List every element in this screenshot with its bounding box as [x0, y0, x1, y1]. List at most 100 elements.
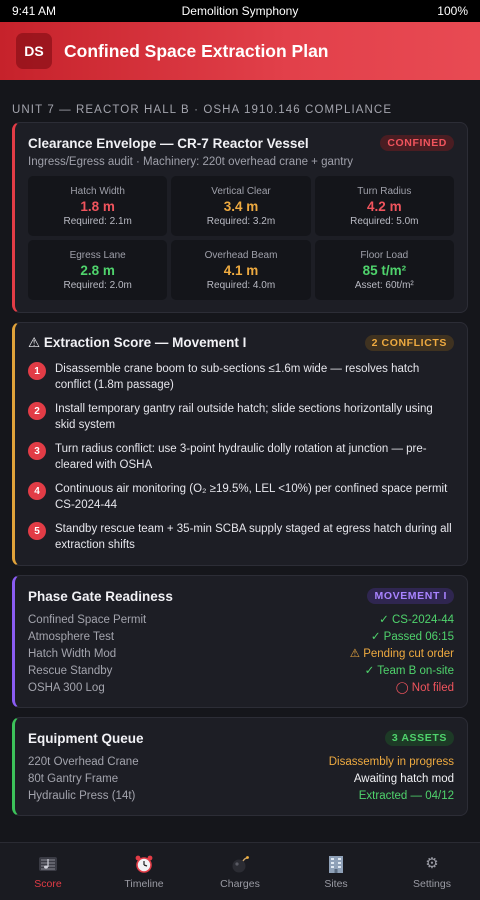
step-text: Continuous air monitoring (O₂ ≥19.5%, LE…	[55, 483, 448, 511]
tab-label: Charges	[220, 877, 260, 890]
metric-requirement: Required: 3.2m	[206, 215, 276, 227]
table-row[interactable]: 220t Overhead Crane Disassembly in progr…	[28, 755, 454, 769]
row-status: ✓ Team B on-site	[364, 665, 454, 677]
row-key: Rescue Standby	[28, 665, 113, 677]
row-status: ◯ Not filed	[395, 682, 454, 694]
clearance-metrics-grid: Hatch Width 1.8 m Required: 2.1m Vertica…	[28, 176, 454, 300]
status-battery: 100%	[437, 4, 468, 18]
step-text: Turn radius conflict: use 3-point hydrau…	[55, 443, 427, 471]
tab-label: Settings	[413, 877, 451, 890]
metric-value: 4.1 m	[223, 262, 259, 278]
section-label: UNIT 7 — REACTOR HALL B · OSHA 1910.146 …	[12, 104, 393, 116]
table-row[interactable]: Atmosphere Test ✓ Passed 06:15	[28, 630, 454, 644]
assets-badge: 3 ASSETS	[384, 730, 454, 746]
tab-timeline[interactable]: Timeline	[96, 843, 192, 900]
tab-label: Timeline	[124, 877, 164, 890]
clearance-subtitle: Ingress/Egress audit · Machinery: 220t o…	[28, 156, 354, 168]
clearance-envelope-card: Clearance Envelope — CR-7 Reactor Vessel…	[12, 122, 468, 313]
metric-label: Overhead Beam	[204, 249, 278, 261]
movement-badge: MOVEMENT I	[367, 588, 454, 604]
step-number: 1	[28, 362, 46, 380]
row-key: Hydraulic Press (14t)	[28, 790, 136, 802]
status-bar: 9:41 AM Demolition Symphony 100%	[0, 0, 480, 22]
metric-turn-radius[interactable]: Turn Radius 4.2 m Required: 5.0m	[314, 176, 454, 236]
list-item[interactable]: 2 Install temporary gantry rail outside …	[28, 401, 454, 433]
metric-value: 85 t/m²	[362, 262, 407, 278]
phase-gate-card: Phase Gate Readiness MOVEMENT I Confined…	[12, 575, 468, 708]
extraction-title: ⚠ Extraction Score — Movement I	[28, 335, 247, 350]
tab-charges[interactable]: Charges	[192, 843, 288, 900]
gear-icon: ⚙	[425, 854, 439, 872]
metric-egress-lane[interactable]: Egress Lane 2.8 m Required: 2.0m	[28, 240, 168, 300]
app-header: DS Confined Space Extraction Plan	[0, 22, 480, 80]
table-row[interactable]: Rescue Standby ✓ Team B on-site	[28, 664, 454, 678]
step-number: 3	[28, 442, 46, 460]
table-row[interactable]: OSHA 300 Log ◯ Not filed	[28, 681, 454, 695]
step-number: 2	[28, 402, 46, 420]
row-status: ⚠ Pending cut order	[349, 648, 454, 660]
row-key: OSHA 300 Log	[28, 682, 105, 694]
step-text: Disassemble crane boom to sub-sections ≤…	[55, 363, 420, 391]
metric-requirement: Required: 2.1m	[63, 215, 132, 227]
status-app-name: Demolition Symphony	[181, 4, 299, 18]
metric-vertical-clear[interactable]: Vertical Clear 3.4 m Required: 3.2m	[171, 176, 311, 236]
tab-sites[interactable]: Sites	[288, 843, 384, 900]
metric-label: Vertical Clear	[211, 185, 271, 197]
step-text: Install temporary gantry rail outside ha…	[55, 403, 433, 431]
step-number: 4	[28, 482, 46, 500]
tab-settings[interactable]: ⚙ Settings	[384, 843, 480, 900]
music-score-icon	[38, 854, 58, 874]
list-item[interactable]: 1 Disassemble crane boom to sub-sections…	[28, 361, 454, 393]
metric-requirement: Asset: 60t/m²	[354, 279, 414, 291]
row-status: Extracted — 04/12	[358, 790, 454, 802]
table-row[interactable]: 80t Gantry Frame Awaiting hatch mod	[28, 772, 454, 786]
phase-gate-title: Phase Gate Readiness	[28, 588, 173, 604]
metric-value: 4.2 m	[367, 198, 402, 214]
extraction-steps-list: 1 Disassemble crane boom to sub-sections…	[28, 361, 454, 553]
status-time: 9:41 AM	[12, 4, 57, 18]
row-status: Awaiting hatch mod	[353, 773, 454, 785]
list-item[interactable]: 3 Turn radius conflict: use 3-point hydr…	[28, 441, 454, 473]
row-status: ✓ CS-2024-44	[379, 614, 454, 626]
row-status: ✓ Passed 06:15	[370, 631, 454, 643]
building-icon	[326, 854, 346, 874]
metric-label: Turn Radius	[357, 185, 412, 197]
tab-score[interactable]: Score	[0, 843, 96, 900]
row-key: 220t Overhead Crane	[28, 756, 139, 768]
metric-value: 2.8 m	[80, 262, 115, 278]
bomb-icon	[230, 854, 250, 874]
metric-overhead-beam[interactable]: Overhead Beam 4.1 m Required: 4.0m	[171, 240, 311, 300]
clearance-title: Clearance Envelope — CR-7 Reactor Vessel	[28, 135, 309, 151]
metric-label: Floor Load	[360, 249, 409, 261]
metric-floor-load[interactable]: Floor Load 85 t/m² Asset: 60t/m²	[314, 240, 454, 300]
equipment-rows: 220t Overhead Crane Disassembly in progr…	[28, 755, 454, 803]
confined-badge: CONFINED	[380, 135, 454, 151]
tab-label: Sites	[324, 877, 348, 890]
app-logo[interactable]: DS	[16, 33, 52, 69]
row-key: Hatch Width Mod	[28, 648, 117, 660]
bottom-tab-bar: Score Timeline Charges Sites ⚙ Settings	[0, 842, 480, 900]
metric-requirement: Required: 5.0m	[350, 215, 419, 227]
row-status: Disassembly in progress	[328, 756, 454, 768]
metric-requirement: Required: 4.0m	[206, 279, 276, 291]
table-row[interactable]: Hydraulic Press (14t) Extracted — 04/12	[28, 789, 454, 803]
row-key: Confined Space Permit	[28, 614, 147, 626]
page-title: Confined Space Extraction Plan	[64, 40, 329, 61]
table-row[interactable]: Confined Space Permit ✓ CS-2024-44	[28, 613, 454, 627]
metric-value: 1.8 m	[80, 198, 115, 214]
metric-label: Egress Lane	[69, 249, 126, 261]
row-key: Atmosphere Test	[28, 631, 115, 643]
metric-requirement: Required: 2.0m	[63, 279, 132, 291]
step-number: 5	[28, 522, 46, 540]
tab-label: Score	[34, 877, 62, 890]
metric-value: 3.4 m	[223, 198, 259, 214]
equipment-title: Equipment Queue	[28, 730, 144, 746]
table-row[interactable]: Hatch Width Mod ⚠ Pending cut order	[28, 647, 454, 661]
list-item[interactable]: 4 Continuous air monitoring (O₂ ≥19.5%, …	[28, 481, 454, 513]
list-item[interactable]: 5 Standby rescue team + 35-min SCBA supp…	[28, 521, 454, 553]
equipment-queue-card: Equipment Queue 3 ASSETS 220t Overhead C…	[12, 717, 468, 816]
conflicts-badge: 2 CONFLICTS	[364, 335, 454, 351]
metric-hatch-width[interactable]: Hatch Width 1.8 m Required: 2.1m	[28, 176, 168, 236]
metric-label: Hatch Width	[70, 185, 125, 197]
row-key: 80t Gantry Frame	[28, 773, 119, 785]
